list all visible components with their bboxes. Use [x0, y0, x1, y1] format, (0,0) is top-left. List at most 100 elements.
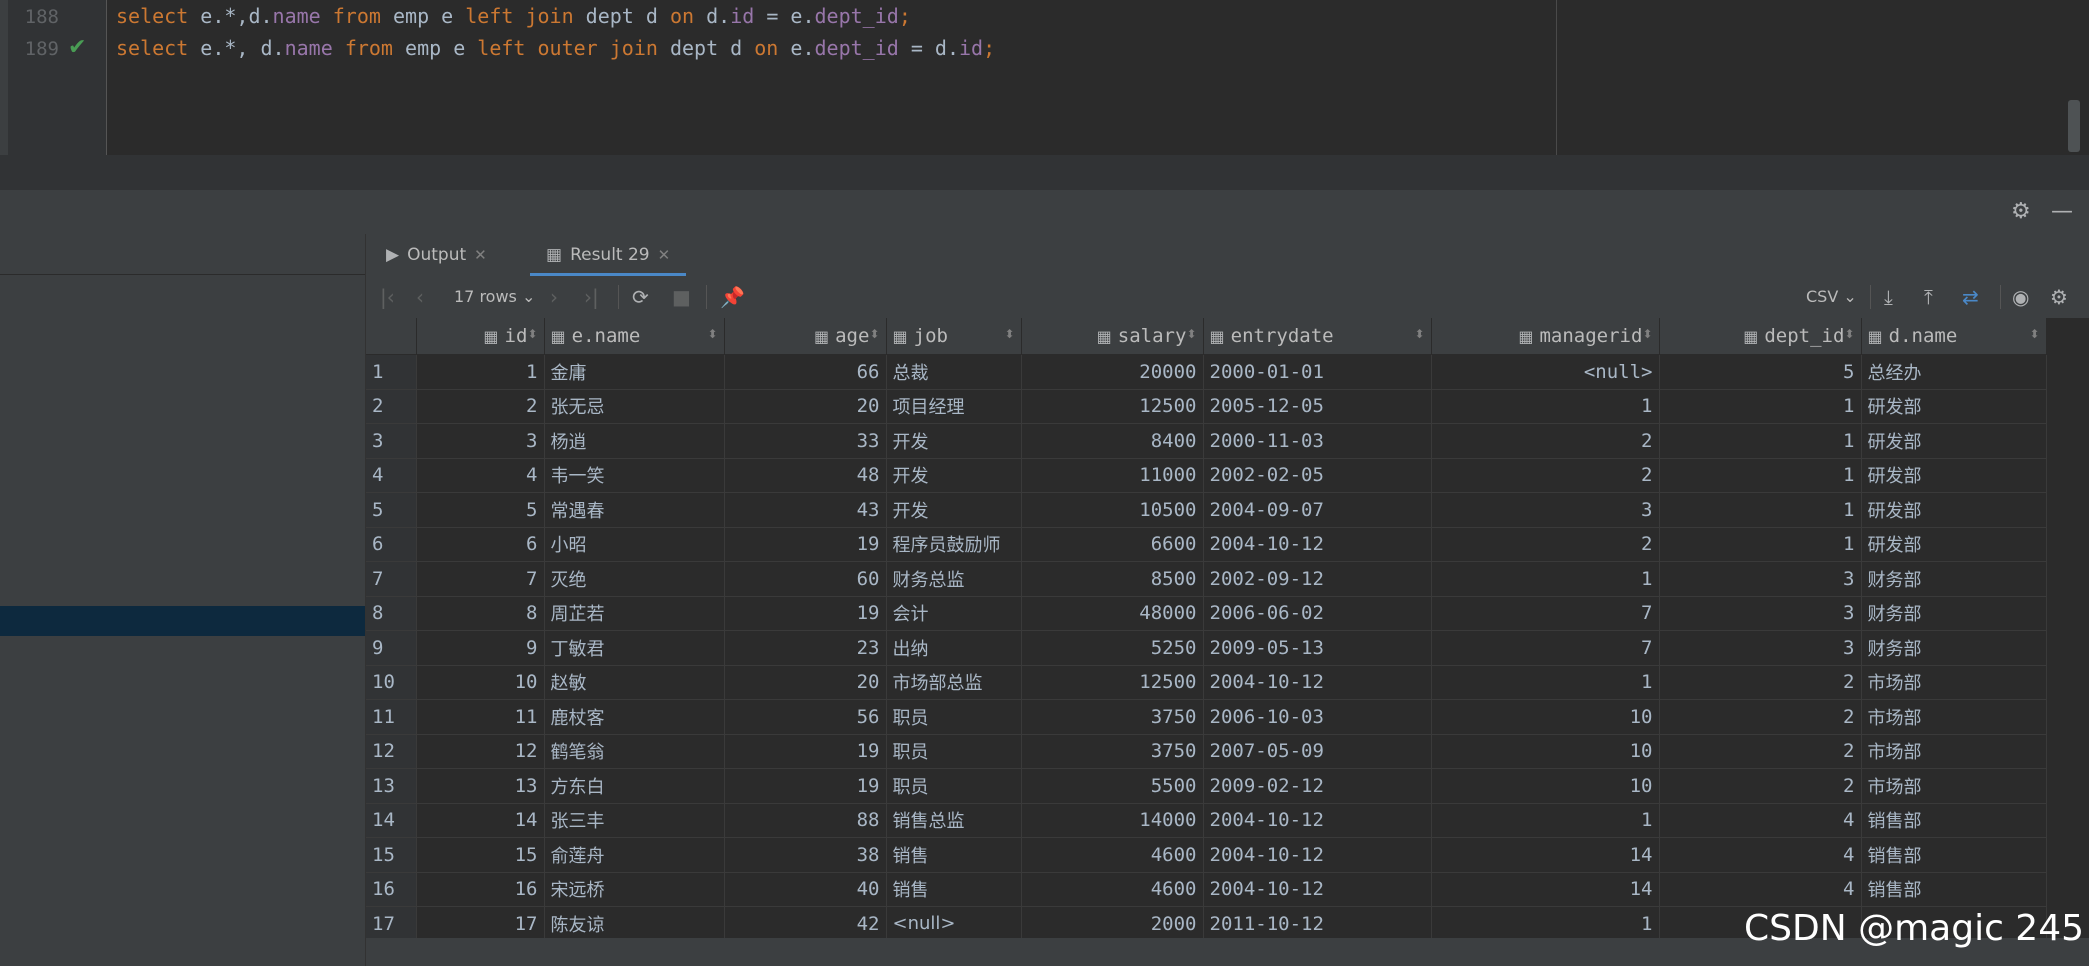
table-cell[interactable]: 1: [1659, 527, 1862, 562]
table-row[interactable]: 3 3 杨逍 33 开发 8400 2000-11-03 2 1 研发部: [366, 423, 2047, 459]
column-header[interactable]: ⬍ ▦ salary: [1021, 318, 1204, 355]
table-cell[interactable]: 5: [1659, 354, 1862, 390]
table-cell[interactable]: 销售部: [1861, 803, 2047, 838]
table-cell[interactable]: 2004-10-12: [1203, 527, 1432, 562]
table-cell[interactable]: 1: [1431, 389, 1660, 424]
table-cell[interactable]: 2005-12-05: [1203, 389, 1432, 424]
table-cell[interactable]: 3: [1659, 561, 1862, 597]
table-cell[interactable]: 4: [416, 458, 545, 493]
table-cell[interactable]: 3: [416, 423, 545, 459]
table-cell[interactable]: 9: [416, 630, 545, 666]
table-cell[interactable]: 38: [724, 837, 887, 873]
table-cell[interactable]: 60: [724, 561, 887, 597]
table-cell[interactable]: 14000: [1021, 803, 1204, 838]
previous-page-icon[interactable]: ‹: [416, 276, 424, 318]
table-cell[interactable]: 3: [1431, 492, 1660, 528]
column-header[interactable]: ⬍ ▦ managerid: [1431, 318, 1660, 355]
table-cell[interactable]: 14: [1431, 872, 1660, 907]
refresh-icon[interactable]: ⟳: [632, 276, 649, 318]
column-header[interactable]: ⬍ ▦ dept_id: [1659, 318, 1862, 355]
table-cell[interactable]: 10: [1431, 734, 1660, 769]
table-cell[interactable]: 14: [1431, 837, 1660, 873]
table-cell[interactable]: 5500: [1021, 768, 1204, 804]
compare-icon[interactable]: ⇄: [1962, 276, 1979, 318]
table-cell[interactable]: 灭绝: [544, 561, 725, 597]
table-cell[interactable]: 1: [1431, 906, 1660, 942]
table-cell[interactable]: 20: [724, 665, 887, 700]
code-line-189[interactable]: select e.*, d.name from emp e left outer…: [116, 36, 995, 60]
table-cell[interactable]: 56: [724, 699, 887, 735]
table-cell[interactable]: 金庸: [544, 354, 725, 390]
column-header[interactable]: ⬍ ▦ d.name: [1861, 318, 2047, 355]
table-cell[interactable]: 4600: [1021, 837, 1204, 873]
table-cell[interactable]: 开发: [886, 458, 1022, 493]
table-cell[interactable]: 12500: [1021, 389, 1204, 424]
table-cell[interactable]: 总经办: [1861, 354, 2047, 390]
table-cell[interactable]: 3: [1659, 630, 1862, 666]
table-cell[interactable]: 2004-10-12: [1203, 665, 1432, 700]
table-cell[interactable]: 宋远桥: [544, 872, 725, 907]
sort-icon[interactable]: ⬍: [1642, 327, 1652, 341]
table-cell[interactable]: 10: [1431, 699, 1660, 735]
table-cell[interactable]: 3750: [1021, 734, 1204, 769]
table-cell[interactable]: 项目经理: [886, 389, 1022, 424]
table-cell[interactable]: 14: [416, 803, 545, 838]
table-cell[interactable]: 研发部: [1861, 492, 2047, 528]
table-row[interactable]: 7 7 灭绝 60 财务总监 8500 2002-09-12 1 3 财务部: [366, 561, 2047, 597]
table-cell[interactable]: 4: [1659, 872, 1862, 907]
table-cell[interactable]: 陈友谅: [544, 906, 725, 942]
table-cell[interactable]: 市场部: [1861, 699, 2047, 735]
upload-icon[interactable]: ⤒: [1924, 276, 1933, 318]
table-row[interactable]: 1 1 金庸 66 总裁 20000 2000-01-01 <null> 5 总经办: [366, 354, 2047, 390]
table-row[interactable]: 11 11 鹿杖客 56 职员 3750 2006-10-03 10 2 市场部: [366, 699, 2047, 735]
table-cell[interactable]: 2002-02-05: [1203, 458, 1432, 493]
table-cell[interactable]: 2004-10-12: [1203, 803, 1432, 838]
table-cell[interactable]: 职员: [886, 699, 1022, 735]
table-cell[interactable]: 1: [416, 354, 545, 390]
table-cell[interactable]: 周芷若: [544, 596, 725, 631]
table-cell[interactable]: 66: [724, 354, 887, 390]
table-cell[interactable]: 48: [724, 458, 887, 493]
table-cell[interactable]: 总裁: [886, 354, 1022, 390]
table-cell[interactable]: 8: [416, 596, 545, 631]
grid-settings-gear-icon[interactable]: ⚙: [2050, 276, 2068, 318]
table-cell[interactable]: 研发部: [1861, 527, 2047, 562]
close-icon[interactable]: ✕: [658, 246, 671, 264]
table-row[interactable]: 16 16 宋远桥 40 销售 4600 2004-10-12 14 4 销售部: [366, 872, 2047, 907]
table-cell[interactable]: 19: [724, 527, 887, 562]
table-cell[interactable]: 6600: [1021, 527, 1204, 562]
table-cell[interactable]: 2: [1431, 458, 1660, 493]
sort-icon[interactable]: ⬍: [869, 327, 879, 341]
table-row[interactable]: 9 9 丁敏君 23 出纳 5250 2009-05-13 7 3 财务部: [366, 630, 2047, 666]
table-cell[interactable]: 1: [1659, 458, 1862, 493]
table-cell[interactable]: 11000: [1021, 458, 1204, 493]
table-cell[interactable]: 财务部: [1861, 630, 2047, 666]
table-cell[interactable]: 开发: [886, 492, 1022, 528]
table-cell[interactable]: 张无忌: [544, 389, 725, 424]
table-cell[interactable]: 张三丰: [544, 803, 725, 838]
table-cell[interactable]: 韦一笑: [544, 458, 725, 493]
rows-count-dropdown[interactable]: 17 rows ⌄: [454, 276, 535, 318]
table-cell[interactable]: 20: [724, 389, 887, 424]
table-cell[interactable]: 赵敏: [544, 665, 725, 700]
table-cell[interactable]: 3: [1659, 596, 1862, 631]
table-cell[interactable]: 职员: [886, 768, 1022, 804]
table-cell[interactable]: 7: [1431, 630, 1660, 666]
sort-icon[interactable]: ⬍: [707, 327, 717, 341]
table-cell[interactable]: 43: [724, 492, 887, 528]
table-row[interactable]: 5 5 常遇春 43 开发 10500 2004-09-07 3 1 研发部: [366, 492, 2047, 528]
table-cell[interactable]: 40: [724, 872, 887, 907]
table-cell[interactable]: 19: [724, 596, 887, 631]
table-cell[interactable]: 23: [724, 630, 887, 666]
selected-tree-item[interactable]: [0, 606, 365, 636]
table-cell[interactable]: 10: [1431, 768, 1660, 804]
table-cell[interactable]: 杨逍: [544, 423, 725, 459]
table-cell[interactable]: 2004-09-07: [1203, 492, 1432, 528]
table-row[interactable]: 4 4 韦一笑 48 开发 11000 2002-02-05 2 1 研发部: [366, 458, 2047, 493]
view-eye-icon[interactable]: ◉: [2012, 276, 2029, 318]
minimize-icon[interactable]: —: [2051, 190, 2073, 234]
table-cell[interactable]: 7: [1431, 596, 1660, 631]
pin-icon[interactable]: 📌: [720, 276, 745, 318]
table-cell[interactable]: 17: [416, 906, 545, 942]
table-row[interactable]: 12 12 鹤笔翁 19 职员 3750 2007-05-09 10 2 市场部: [366, 734, 2047, 769]
